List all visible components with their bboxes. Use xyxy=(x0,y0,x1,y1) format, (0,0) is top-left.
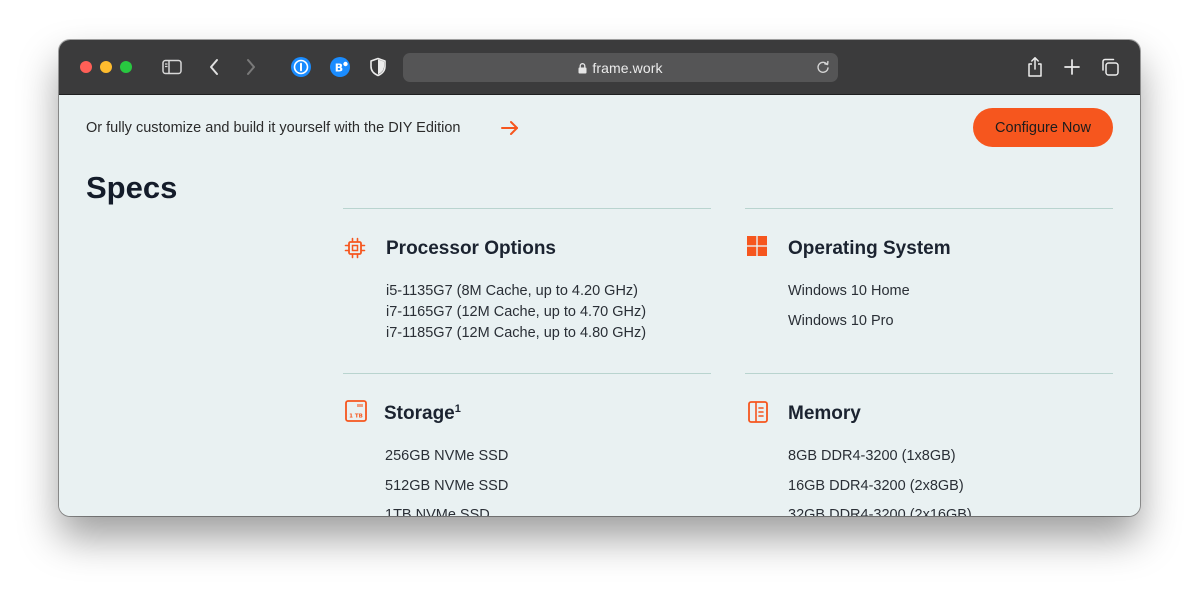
configure-now-button[interactable]: Configure Now xyxy=(973,108,1113,147)
memory-icon xyxy=(748,401,768,428)
memory-option: 16GB DDR4-3200 (2x8GB) xyxy=(788,478,964,494)
processor-option: i7-1185G7 (12M Cache, up to 4.80 GHz) xyxy=(386,325,647,341)
storage-option: 256GB NVMe SSD xyxy=(385,448,509,464)
operating-system-heading: Operating System xyxy=(788,238,951,259)
specs-heading: Specs xyxy=(86,170,178,205)
memory-option: 32GB DDR4-3200 (2x16GB) xyxy=(788,507,972,516)
processor-option: i5-1135G7 (8M Cache, up to 4.20 GHz) xyxy=(386,283,638,299)
processor-option: i7-1165G7 (12M Cache, up to 4.70 GHz) xyxy=(386,304,647,320)
reload-icon[interactable] xyxy=(815,59,831,80)
divider xyxy=(745,208,1113,209)
browser-toolbar: B frame.work xyxy=(59,40,1140,95)
arrow-right-icon[interactable] xyxy=(500,118,520,143)
shield-icon[interactable] xyxy=(367,56,389,78)
divider xyxy=(343,208,711,209)
minimize-window-button[interactable] xyxy=(100,61,112,73)
back-icon[interactable] xyxy=(203,56,225,78)
memory-heading: Memory xyxy=(788,403,861,424)
new-tab-icon[interactable] xyxy=(1061,56,1083,78)
divider xyxy=(343,373,711,374)
lock-icon xyxy=(578,61,587,77)
storage-card-icon: 1 TB xyxy=(345,400,367,427)
tabs-overview-icon[interactable] xyxy=(1099,56,1121,78)
onepassword-icon[interactable] xyxy=(290,56,312,78)
storage-option: 1TB NVMe SSD xyxy=(385,507,490,516)
processor-options-heading: Processor Options xyxy=(386,238,556,259)
close-window-button[interactable] xyxy=(80,61,92,73)
storage-option: 512GB NVMe SSD xyxy=(385,478,509,494)
windows-icon xyxy=(747,236,767,261)
memory-option: 8GB DDR4-3200 (1x8GB) xyxy=(788,448,956,464)
sidebar-toggle-icon[interactable] xyxy=(161,56,183,78)
forward-icon[interactable] xyxy=(240,56,262,78)
browser-window: B frame.work Or fully customize and buil… xyxy=(59,40,1140,516)
address-bar[interactable]: frame.work xyxy=(403,53,838,82)
url-text: frame.work xyxy=(592,60,663,76)
zoom-window-button[interactable] xyxy=(120,61,132,73)
divider xyxy=(745,373,1113,374)
storage-title: Storage xyxy=(384,403,455,424)
page-content: Or fully customize and build it yourself… xyxy=(59,96,1140,516)
diy-edition-link[interactable]: Or fully customize and build it yourself… xyxy=(86,120,461,136)
bitwarden-badge: B xyxy=(335,62,343,75)
storage-icon-label: 1 TB xyxy=(349,414,363,420)
bitwarden-icon[interactable]: B xyxy=(329,56,351,78)
storage-footnote[interactable]: 1 xyxy=(455,403,461,415)
share-icon[interactable] xyxy=(1024,56,1046,78)
os-option: Windows 10 Pro xyxy=(788,313,894,329)
storage-heading: Storage1 xyxy=(384,403,461,425)
os-option: Windows 10 Home xyxy=(788,283,910,299)
cpu-icon xyxy=(344,237,366,264)
